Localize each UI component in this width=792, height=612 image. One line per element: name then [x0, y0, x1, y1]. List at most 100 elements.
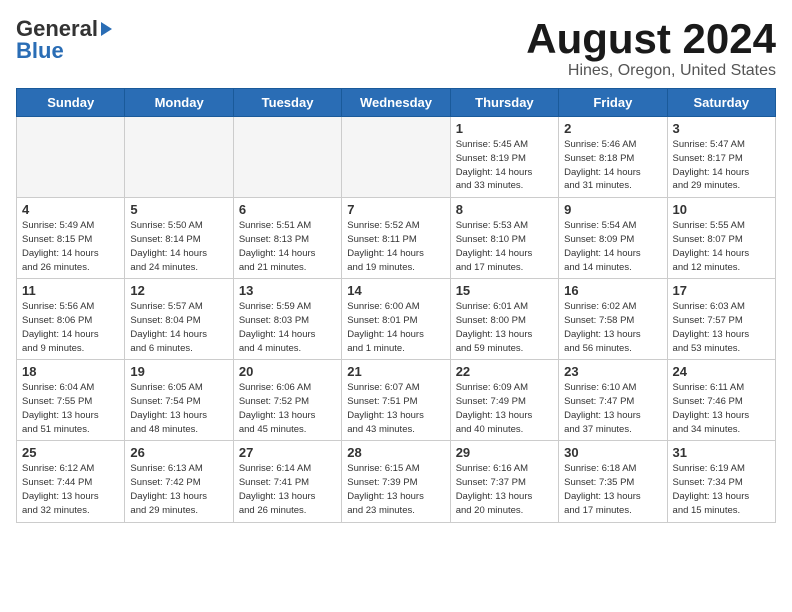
calendar-cell: 7 Sunrise: 5:52 AM Sunset: 8:11 PM Daylig… [342, 198, 450, 279]
calendar-cell: 19 Sunrise: 6:05 AM Sunset: 7:54 PM Dayli… [125, 360, 233, 441]
calendar-cell: 12 Sunrise: 5:57 AM Sunset: 8:04 PM Dayli… [125, 279, 233, 360]
calendar-cell: 14 Sunrise: 6:00 AM Sunset: 8:01 PM Dayli… [342, 279, 450, 360]
col-friday: Friday [559, 89, 667, 117]
calendar-body: 1 Sunrise: 5:45 AM Sunset: 8:19 PM Daylig… [17, 117, 776, 522]
calendar-cell: 28Sunrise: 6:15 AM Sunset: 7:39 PM Dayli… [342, 441, 450, 522]
day-number: 10 [673, 202, 770, 217]
calendar-cell: 5Sunrise: 5:50 AM Sunset: 8:14 PM Daylig… [125, 198, 233, 279]
day-number: 31 [673, 445, 770, 460]
day-info: Sunrise: 6:07 AM Sunset: 7:51 PM Dayligh… [347, 381, 444, 436]
calendar-subtitle: Hines, Oregon, United States [526, 62, 776, 80]
day-number: 1 [456, 121, 553, 136]
day-number: 18 [22, 364, 119, 379]
calendar-cell [17, 117, 125, 198]
calendar-week-5: 25Sunrise: 6:12 AM Sunset: 7:44 PM Dayli… [17, 441, 776, 522]
col-sunday: Sunday [17, 89, 125, 117]
day-info: Sunrise: 5:51 AM Sunset: 8:13 PM Dayligh… [239, 219, 336, 274]
calendar-cell: 24 Sunrise: 6:11 AM Sunset: 7:46 PM Dayli… [667, 360, 775, 441]
day-info: Sunrise: 6:01 AM Sunset: 8:00 PM Dayligh… [456, 300, 553, 355]
logo: General Blue [16, 16, 112, 64]
calendar-cell: 15 Sunrise: 6:01 AM Sunset: 8:00 PM Dayli… [450, 279, 558, 360]
calendar-cell [125, 117, 233, 198]
day-info: Sunrise: 6:14 AM Sunset: 7:41 PM Dayligh… [239, 462, 336, 517]
calendar-cell [342, 117, 450, 198]
day-info: Sunrise: 5:59 AM Sunset: 8:03 PM Dayligh… [239, 300, 336, 355]
calendar-header: Sunday Monday Tuesday Wednesday Thursday… [17, 89, 776, 117]
day-number: 20 [239, 364, 336, 379]
day-info: Sunrise: 6:16 AM Sunset: 7:37 PM Dayligh… [456, 462, 553, 517]
calendar-cell: 20 Sunrise: 6:06 AM Sunset: 7:52 PM Dayli… [233, 360, 341, 441]
calendar-cell: 13 Sunrise: 5:59 AM Sunset: 8:03 PM Dayli… [233, 279, 341, 360]
calendar-cell: 21 Sunrise: 6:07 AM Sunset: 7:51 PM Dayli… [342, 360, 450, 441]
day-number: 17 [673, 283, 770, 298]
day-number: 26 [130, 445, 227, 460]
day-info: Sunrise: 6:15 AM Sunset: 7:39 PM Dayligh… [347, 462, 444, 517]
col-wednesday: Wednesday [342, 89, 450, 117]
day-number: 6 [239, 202, 336, 217]
day-number: 4 [22, 202, 119, 217]
day-info: Sunrise: 5:49 AM Sunset: 8:15 PM Dayligh… [22, 219, 119, 274]
calendar-cell: 11 Sunrise: 5:56 AM Sunset: 8:06 PM Dayli… [17, 279, 125, 360]
day-number: 29 [456, 445, 553, 460]
calendar-cell: 30Sunrise: 6:18 AM Sunset: 7:35 PM Dayli… [559, 441, 667, 522]
day-info: Sunrise: 5:46 AM Sunset: 8:18 PM Dayligh… [564, 138, 661, 193]
day-number: 19 [130, 364, 227, 379]
day-number: 7 [347, 202, 444, 217]
day-number: 3 [673, 121, 770, 136]
calendar-cell: 26 Sunrise: 6:13 AM Sunset: 7:42 PM Dayli… [125, 441, 233, 522]
calendar-cell: 16Sunrise: 6:02 AM Sunset: 7:58 PM Dayli… [559, 279, 667, 360]
day-number: 9 [564, 202, 661, 217]
col-thursday: Thursday [450, 89, 558, 117]
day-number: 16 [564, 283, 661, 298]
day-number: 21 [347, 364, 444, 379]
day-info: Sunrise: 6:19 AM Sunset: 7:34 PM Dayligh… [673, 462, 770, 517]
day-info: Sunrise: 5:53 AM Sunset: 8:10 PM Dayligh… [456, 219, 553, 274]
day-info: Sunrise: 5:45 AM Sunset: 8:19 PM Dayligh… [456, 138, 553, 193]
calendar-cell: 6 Sunrise: 5:51 AM Sunset: 8:13 PM Daylig… [233, 198, 341, 279]
calendar-cell: 9Sunrise: 5:54 AM Sunset: 8:09 PM Daylig… [559, 198, 667, 279]
calendar-cell: 25Sunrise: 6:12 AM Sunset: 7:44 PM Dayli… [17, 441, 125, 522]
header-row: Sunday Monday Tuesday Wednesday Thursday… [17, 89, 776, 117]
calendar-week-2: 4 Sunrise: 5:49 AM Sunset: 8:15 PM Daylig… [17, 198, 776, 279]
calendar-cell: 17 Sunrise: 6:03 AM Sunset: 7:57 PM Dayli… [667, 279, 775, 360]
calendar-cell: 4 Sunrise: 5:49 AM Sunset: 8:15 PM Daylig… [17, 198, 125, 279]
day-number: 14 [347, 283, 444, 298]
title-area: August 2024 Hines, Oregon, United States [526, 16, 776, 80]
day-info: Sunrise: 5:47 AM Sunset: 8:17 PM Dayligh… [673, 138, 770, 193]
day-info: Sunrise: 6:09 AM Sunset: 7:49 PM Dayligh… [456, 381, 553, 436]
calendar-cell: 29 Sunrise: 6:16 AM Sunset: 7:37 PM Dayli… [450, 441, 558, 522]
day-info: Sunrise: 5:50 AM Sunset: 8:14 PM Dayligh… [130, 219, 227, 274]
calendar-cell [233, 117, 341, 198]
day-number: 27 [239, 445, 336, 460]
day-info: Sunrise: 6:13 AM Sunset: 7:42 PM Dayligh… [130, 462, 227, 517]
calendar-cell: 31 Sunrise: 6:19 AM Sunset: 7:34 PM Dayli… [667, 441, 775, 522]
calendar-cell: 3 Sunrise: 5:47 AM Sunset: 8:17 PM Daylig… [667, 117, 775, 198]
day-number: 13 [239, 283, 336, 298]
calendar-title: August 2024 [526, 16, 776, 62]
calendar-cell: 18 Sunrise: 6:04 AM Sunset: 7:55 PM Dayli… [17, 360, 125, 441]
day-info: Sunrise: 6:04 AM Sunset: 7:55 PM Dayligh… [22, 381, 119, 436]
day-number: 22 [456, 364, 553, 379]
day-number: 15 [456, 283, 553, 298]
day-info: Sunrise: 5:56 AM Sunset: 8:06 PM Dayligh… [22, 300, 119, 355]
day-number: 11 [22, 283, 119, 298]
day-info: Sunrise: 6:11 AM Sunset: 7:46 PM Dayligh… [673, 381, 770, 436]
day-info: Sunrise: 5:52 AM Sunset: 8:11 PM Dayligh… [347, 219, 444, 274]
day-info: Sunrise: 5:57 AM Sunset: 8:04 PM Dayligh… [130, 300, 227, 355]
day-info: Sunrise: 5:55 AM Sunset: 8:07 PM Dayligh… [673, 219, 770, 274]
col-monday: Monday [125, 89, 233, 117]
day-info: Sunrise: 6:06 AM Sunset: 7:52 PM Dayligh… [239, 381, 336, 436]
day-info: Sunrise: 6:03 AM Sunset: 7:57 PM Dayligh… [673, 300, 770, 355]
calendar-cell: 22 Sunrise: 6:09 AM Sunset: 7:49 PM Dayli… [450, 360, 558, 441]
day-number: 23 [564, 364, 661, 379]
day-info: Sunrise: 6:00 AM Sunset: 8:01 PM Dayligh… [347, 300, 444, 355]
day-number: 12 [130, 283, 227, 298]
day-info: Sunrise: 6:10 AM Sunset: 7:47 PM Dayligh… [564, 381, 661, 436]
calendar-cell: 8 Sunrise: 5:53 AM Sunset: 8:10 PM Daylig… [450, 198, 558, 279]
day-number: 30 [564, 445, 661, 460]
day-number: 8 [456, 202, 553, 217]
day-info: Sunrise: 6:05 AM Sunset: 7:54 PM Dayligh… [130, 381, 227, 436]
day-number: 25 [22, 445, 119, 460]
calendar-week-4: 18 Sunrise: 6:04 AM Sunset: 7:55 PM Dayli… [17, 360, 776, 441]
day-number: 24 [673, 364, 770, 379]
